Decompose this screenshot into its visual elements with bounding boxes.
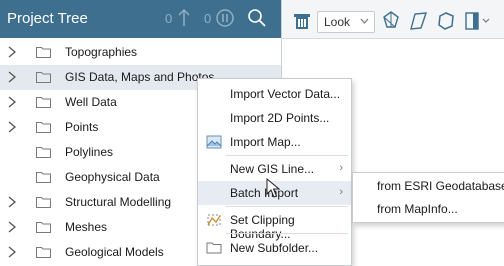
menu-separator (226, 206, 348, 207)
tree-item-label: Structural Modelling (65, 195, 172, 209)
folder-icon (36, 222, 51, 233)
menu-item-label: New GIS Line... (230, 162, 315, 176)
panel-toggle-icon[interactable] (464, 10, 492, 35)
tree-item-label: Polylines (65, 145, 114, 159)
look-dropdown-value: Look (324, 15, 351, 29)
trash-icon[interactable] (292, 11, 312, 34)
folder-icon (36, 197, 51, 208)
submenu-item-label: from ESRI Geodatabase... (377, 179, 504, 193)
draw-line-icon[interactable] (408, 10, 428, 35)
chevron-right-icon[interactable] (7, 196, 17, 208)
search-icon[interactable] (247, 8, 267, 31)
rotate-view-icon[interactable] (381, 10, 401, 35)
context-menu: Import Vector Data... Import 2D Points..… (197, 78, 352, 266)
menu-item-label: Batch Import (230, 186, 299, 200)
tree-item-label: Well Data (65, 95, 117, 109)
folder-icon (36, 72, 51, 83)
clipping-boundary-icon (206, 212, 222, 231)
tree-item-label: Geophysical Data (65, 170, 160, 184)
folder-icon (36, 247, 51, 258)
chevron-right-icon[interactable] (7, 121, 17, 133)
arrow-up-icon[interactable] (177, 8, 191, 31)
mouse-cursor-icon (266, 177, 281, 201)
menu-separator (226, 155, 348, 156)
chevron-right-icon: › (339, 162, 343, 174)
folder-icon (36, 122, 51, 133)
menu-item-label: New Subfolder... (230, 241, 319, 255)
pause-counter: 0 (204, 11, 212, 26)
menu-item-label: Import 2D Points... (230, 111, 330, 125)
chevron-right-icon[interactable] (7, 246, 17, 258)
submenu-item-esri-geodatabase[interactable]: from ESRI Geodatabase... (353, 175, 504, 198)
menu-item-import-2d-points[interactable]: Import 2D Points... (198, 106, 351, 130)
project-tree-title: Project Tree (7, 10, 88, 27)
batch-import-submenu: from ESRI Geodatabase... from MapInfo... (352, 172, 504, 223)
tree-item-label: Points (65, 120, 99, 134)
folder-icon (36, 172, 51, 183)
chevron-right-icon[interactable] (7, 221, 17, 233)
pause-icon[interactable] (215, 8, 235, 31)
menu-item-set-clipping-boundary[interactable]: Set Clipping Boundary... (198, 208, 351, 241)
up-counter: 0 (165, 11, 173, 26)
tree-item-label: GIS Data, Maps and Photos (65, 70, 215, 84)
look-dropdown[interactable]: Look (317, 11, 375, 33)
menu-item-new-subfolder[interactable]: New Subfolder... (198, 236, 351, 260)
tree-item-label: Topographies (65, 45, 138, 59)
chevron-down-icon (360, 18, 369, 24)
menu-separator (226, 233, 348, 234)
chevron-right-icon: › (339, 186, 343, 198)
map-image-icon (206, 134, 222, 153)
folder-icon (36, 97, 51, 108)
project-tree-header: Project Tree 0 0 (0, 0, 281, 38)
tree-item-label: Geological Models (65, 245, 164, 259)
chevron-right-icon[interactable] (7, 71, 17, 83)
folder-icon (36, 47, 51, 58)
menu-item-label: Import Map... (230, 135, 301, 149)
menu-item-import-vector-data[interactable]: Import Vector Data... (198, 82, 351, 106)
refresh-shape-icon[interactable] (436, 10, 456, 35)
submenu-item-label: from MapInfo... (377, 202, 458, 216)
chevron-right-icon[interactable] (7, 46, 17, 58)
tree-item-label: Meshes (65, 220, 108, 234)
submenu-item-mapinfo[interactable]: from MapInfo... (353, 198, 504, 221)
folder-icon (206, 240, 222, 259)
tree-item-topographies[interactable]: Topographies (0, 40, 281, 65)
chevron-right-icon[interactable] (7, 96, 17, 108)
folder-icon (36, 147, 51, 158)
menu-item-import-map[interactable]: Import Map... (198, 130, 351, 154)
menu-item-label: Import Vector Data... (230, 87, 341, 101)
